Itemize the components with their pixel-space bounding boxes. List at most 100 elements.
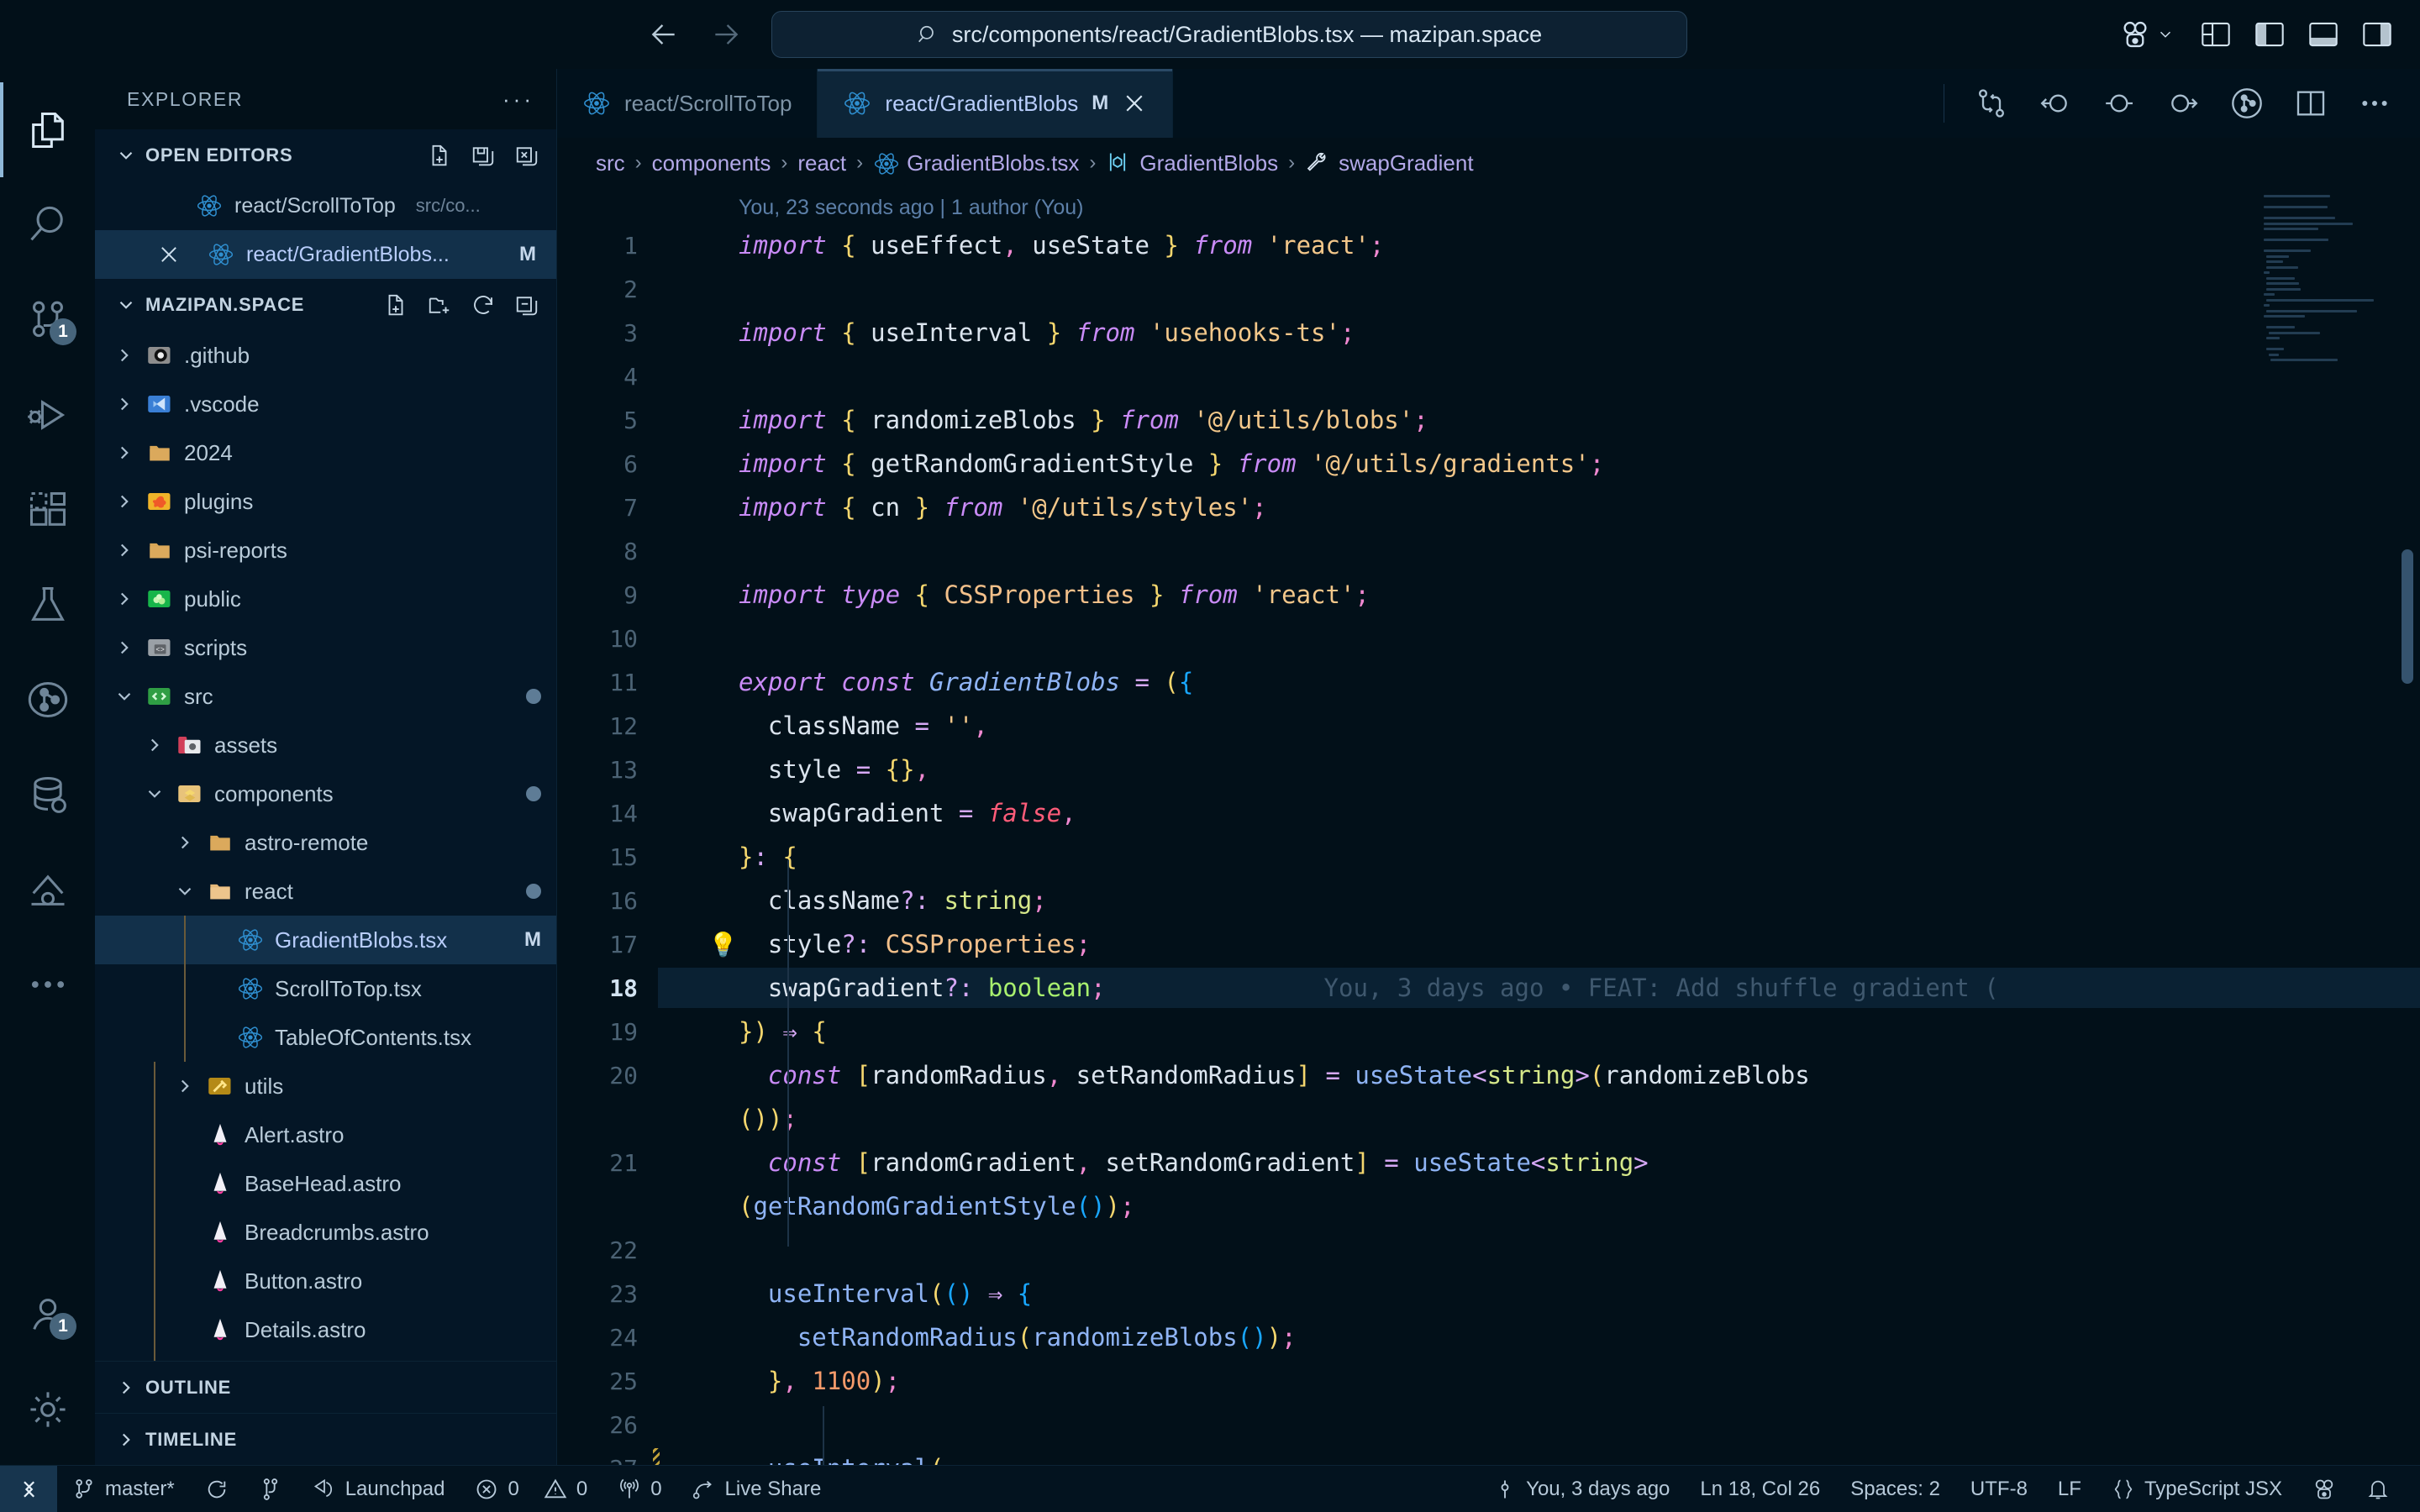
code-line[interactable]: import { getRandomGradientStyle } from '… [658,444,2420,484]
code-line[interactable] [658,269,2420,309]
breadcrumb-item-swapgradient[interactable]: swapGradient [1305,150,1473,176]
more-actions-icon[interactable] [2358,87,2391,120]
activitybar-item-git-graph[interactable] [0,652,95,747]
code-line[interactable] [658,1404,2420,1445]
breadcrumb-item-components[interactable]: components [652,150,771,176]
tree-item-alert-astro[interactable]: Alert.astro [95,1110,556,1159]
tree-item-scrolltotop-tsx[interactable]: ScrollToTop.tsx [95,964,556,1013]
code-line[interactable]: ()); [658,1099,2420,1139]
breadcrumb-item-react[interactable]: react [797,150,846,176]
tree-item-tableofcontents-tsx[interactable]: TableOfContents.tsx [95,1013,556,1062]
sidebar-more-actions[interactable]: ··· [502,87,534,113]
customize-layout-icon[interactable] [2202,22,2230,47]
code-line[interactable]: className = '', [658,706,2420,746]
new-file-icon[interactable] [383,292,408,318]
status-cursor-position[interactable]: Ln 18, Col 26 [1685,1466,1835,1512]
close-all-icon[interactable] [514,143,539,168]
go-to-previous-change-icon[interactable] [2039,87,2072,120]
close-icon[interactable] [1122,91,1147,116]
open-editor-item[interactable]: react/GradientBlobs... M [95,230,556,279]
tree-item-react[interactable]: react [95,867,556,916]
tree-item-explore-astro[interactable]: Explore.astro [95,1354,556,1361]
tree-item-astro-remote[interactable]: astro-remote [95,818,556,867]
status-git-blame[interactable]: You, 3 days ago [1478,1466,1685,1512]
tree-item-vscode[interactable]: .vscode [95,380,556,428]
tree-item-assets[interactable]: assets [95,721,556,769]
code-line[interactable]: import { useInterval } from 'usehooks-ts… [658,312,2420,353]
tree-item-2024[interactable]: 2024 [95,428,556,477]
code-line[interactable]: useInterval(() ⇒ { [658,1273,2420,1314]
tree-item-utils[interactable]: utils [95,1062,556,1110]
accounts-menu[interactable] [2119,20,2175,49]
status-language-mode[interactable]: TypeScript JSX [2096,1466,2297,1512]
timeline-section[interactable]: TIMELINE [95,1413,556,1465]
forward-icon[interactable] [709,18,743,51]
tree-item-basehead-astro[interactable]: BaseHead.astro [95,1159,556,1208]
command-center[interactable]: src/components/react/GradientBlobs.tsx —… [771,11,1687,58]
code-line[interactable]: className?: string; [658,880,2420,921]
tab-react-scrolltotop[interactable]: react/ScrollToTop [557,69,818,138]
back-icon[interactable] [647,18,681,51]
activitybar-item-testing[interactable] [0,557,95,652]
new-folder-icon[interactable] [427,292,452,318]
code-line[interactable]: const [randomGradient, setRandomGradient… [658,1142,2420,1183]
split-editor-icon[interactable] [2294,87,2328,120]
go-to-next-change-icon[interactable] [2166,87,2200,120]
status-eol[interactable]: LF [2043,1466,2096,1512]
tree-item-psi-reports[interactable]: psi-reports [95,526,556,575]
status-problems[interactable]: 0 0 [460,1466,602,1512]
code-line[interactable]: }) ⇒ { [658,1011,2420,1052]
status-notifications[interactable] [2351,1466,2405,1512]
code-line[interactable]: setRandomRadius(randomizeBlobs()); [658,1317,2420,1357]
activitybar-item-source-control[interactable]: 1 [0,272,95,367]
new-file-icon[interactable] [427,143,452,168]
tree-item-button-astro[interactable]: Button.astro [95,1257,556,1305]
remote-window-indicator[interactable] [0,1466,57,1512]
toggle-primary-sidebar-icon[interactable] [2255,22,2284,47]
status-git-branch[interactable] [244,1466,297,1512]
tree-item-plugins[interactable]: plugins [95,477,556,526]
status-live-share[interactable]: Live Share [677,1466,837,1512]
activitybar-item-more[interactable] [0,937,95,1032]
status-indentation[interactable]: Spaces: 2 [1835,1466,1955,1512]
status-encoding[interactable]: UTF-8 [1955,1466,2043,1512]
compare-changes-icon[interactable] [1975,87,2008,120]
breadcrumb-item-gradientblobs[interactable]: GradientBlobs [1106,150,1278,176]
tree-item-details-astro[interactable]: Details.astro [95,1305,556,1354]
code-line[interactable]: export const GradientBlobs = ({ [658,662,2420,702]
code-line[interactable]: style = {}, [658,749,2420,790]
vertical-scrollbar[interactable] [2402,549,2413,684]
tree-item-breadcrumbs-astro[interactable]: Breadcrumbs.astro [95,1208,556,1257]
breadcrumb-item-gradientblobs-tsx[interactable]: GradientBlobs.tsx [873,150,1079,176]
open-editor-item[interactable]: react/ScrollToTop src/co... [95,181,556,230]
activitybar-item-explorer[interactable] [0,82,95,177]
status-sync[interactable] [190,1466,244,1512]
tab-react-gradientblobs[interactable]: react/GradientBlobs M [818,69,1173,138]
code-editor[interactable]: 1234567891011121314151617181920212223242… [557,188,2420,1465]
code-line[interactable]: import { cn } from '@/utils/styles'; [658,487,2420,528]
tree-item-public[interactable]: public [95,575,556,623]
code-line[interactable]: swapGradient?: boolean;You, 3 days ago •… [658,968,2420,1008]
code-line[interactable]: swapGradient = false, [658,793,2420,833]
close-icon[interactable] [157,243,181,266]
collapse-all-icon[interactable] [514,292,539,318]
activitybar-item-extensions[interactable] [0,462,95,557]
code-line[interactable]: useInterval( [658,1448,2420,1465]
code-line[interactable]: 💡 style?: CSSProperties; [658,924,2420,964]
code-line[interactable] [658,531,2420,571]
git-graph-icon[interactable] [2230,87,2264,120]
activitybar-item-search[interactable] [0,177,95,272]
open-editors-header[interactable]: OPEN EDITORS [95,129,556,181]
tree-item-github[interactable]: .github [95,331,556,380]
refresh-icon[interactable] [471,292,496,318]
tree-item-scripts[interactable]: <>scripts [95,623,556,672]
toggle-panel-icon[interactable] [2309,22,2338,47]
tree-item-src[interactable]: src [95,672,556,721]
code-content[interactable]: You, 23 seconds ago | 1 author (You)impo… [658,188,2420,1465]
code-line[interactable]: import { randomizeBlobs } from '@/utils/… [658,400,2420,440]
code-line[interactable]: import type { CSSProperties } from 'reac… [658,575,2420,615]
activitybar-item-remote-explorer[interactable] [0,842,95,937]
code-line[interactable]: }: { [658,837,2420,877]
activitybar-item-accounts[interactable]: 1 [0,1267,95,1362]
breadcrumb-item-src[interactable]: src [596,150,625,176]
